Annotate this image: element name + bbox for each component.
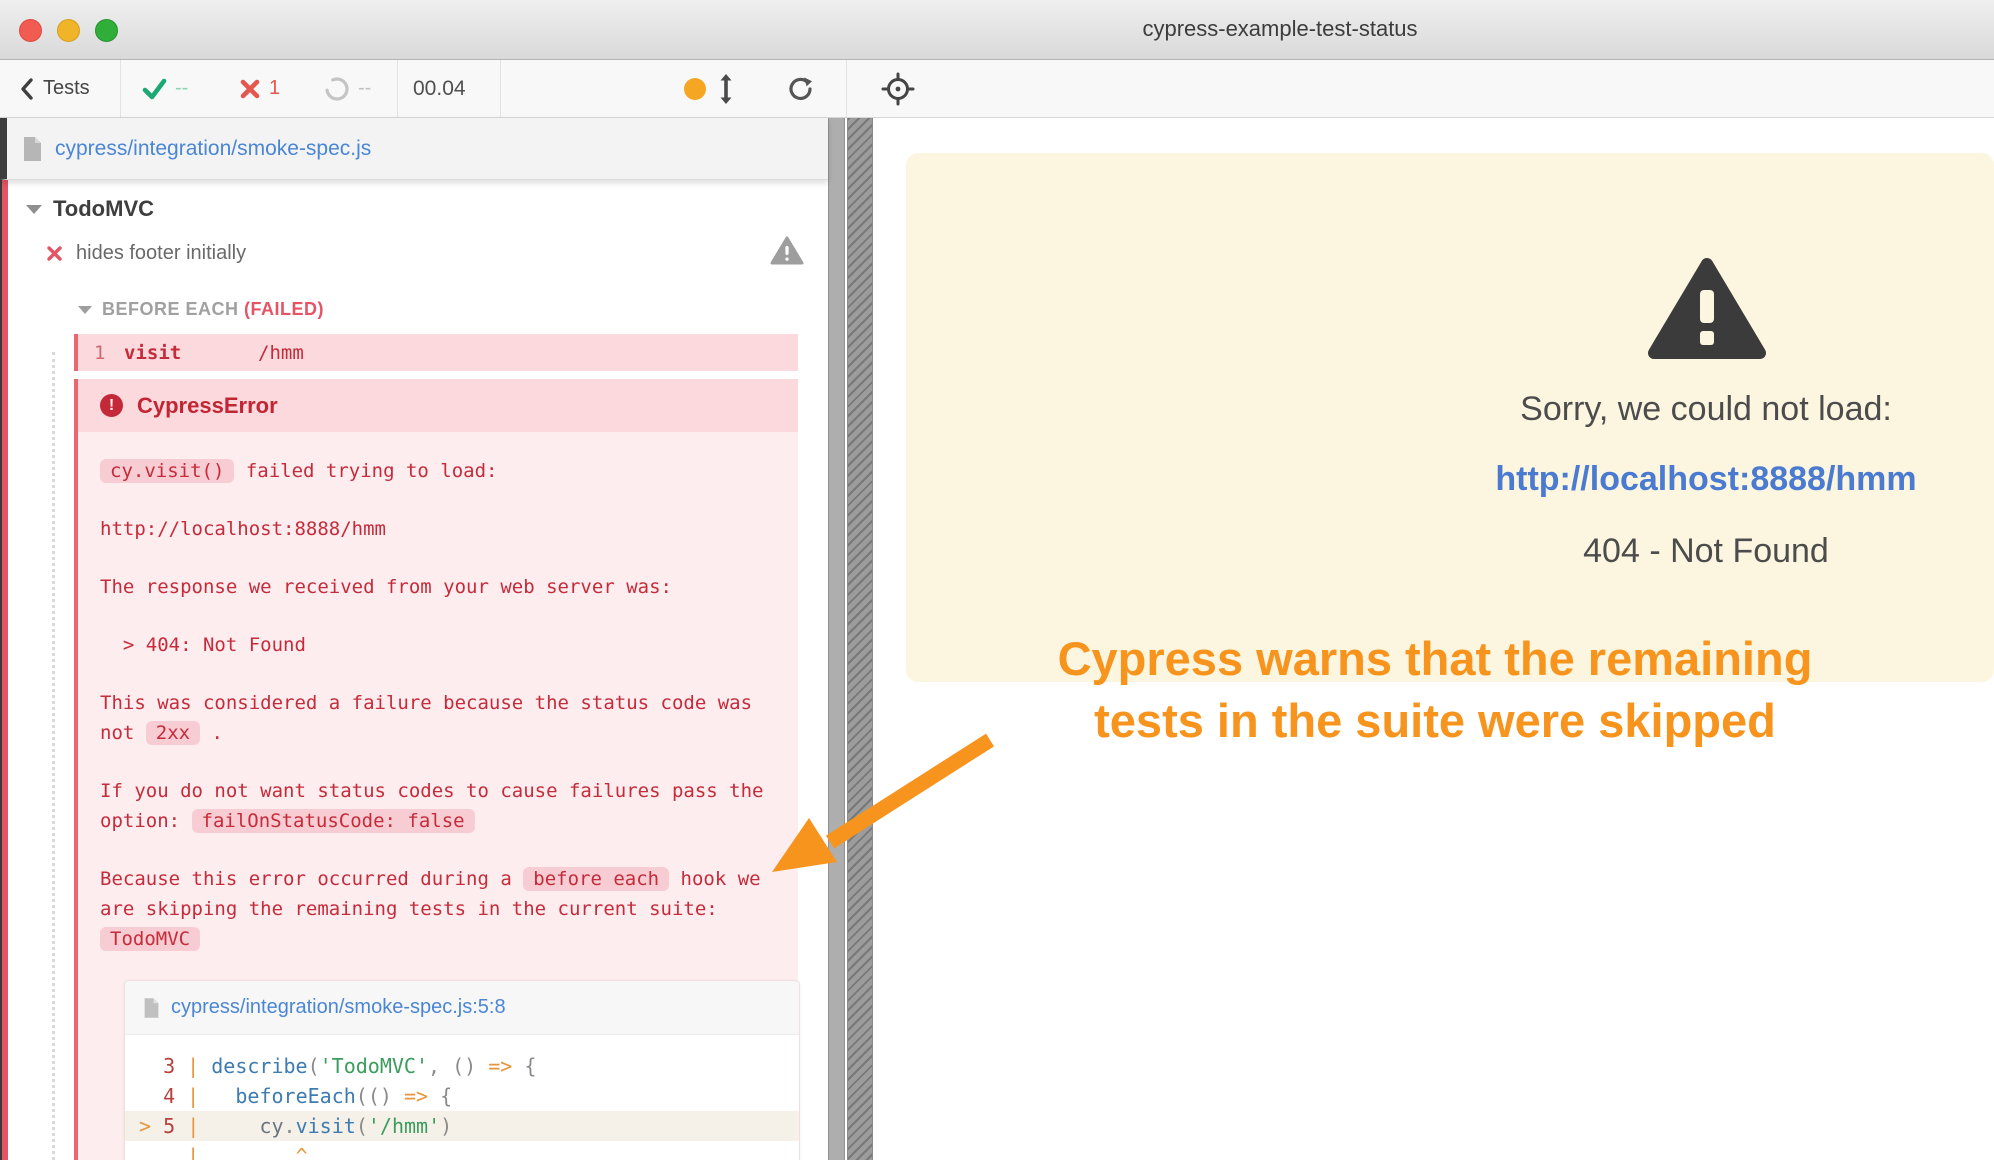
code-lines: 3 | describe('TodoMVC', () => { 4 | befo… [125, 1035, 799, 1160]
error-code-pill: cy.visit() [100, 459, 234, 483]
error-paragraph: http://localhost:8888/hmm [100, 514, 768, 544]
chevron-left-icon [20, 77, 34, 101]
toolbar-divider [846, 60, 847, 117]
error-text: failed trying to load: [234, 460, 497, 482]
error-paragraph: cy.visit() failed trying to load: [100, 456, 768, 486]
spec-header: cypress/integration/smoke-spec.js [0, 118, 828, 180]
pending-circle-icon [324, 76, 350, 102]
file-icon [22, 136, 43, 162]
command-method: visit [124, 342, 258, 364]
error-text: Because this error occurred during a [100, 868, 523, 890]
error-paragraph: This was considered a failure because th… [100, 688, 768, 748]
test-failed-x-icon [46, 245, 63, 262]
warning-triangle-icon [770, 236, 804, 266]
back-button-label: Tests [43, 77, 90, 100]
error-text: . [200, 722, 223, 744]
app-window: cypress-example-test-status Tests -- 1 [0, 0, 1994, 1160]
error-paragraph: Because this error occurred during a bef… [100, 864, 768, 954]
panel-resizer-handle[interactable] [847, 118, 873, 1160]
annotation-arrow-icon [740, 690, 1020, 910]
error-code-pill: 2xx [146, 721, 200, 745]
stat-passed: -- [142, 60, 188, 117]
file-icon [143, 997, 160, 1019]
code-frame-file-link[interactable]: cypress/integration/smoke-spec.js:5:8 [171, 996, 506, 1019]
selector-playground-button[interactable] [880, 60, 916, 117]
test-row[interactable]: hides footer initially [2, 222, 828, 265]
test-title: hides footer initially [76, 242, 246, 265]
exclamation-circle-icon: ! [100, 394, 123, 417]
reporter-scrollbar[interactable] [828, 118, 845, 1160]
runner-toolbar: Tests -- 1 -- 00.04 [0, 60, 1994, 118]
command-number: 1 [78, 342, 124, 364]
error-header: ! CypressError [78, 379, 798, 432]
window-title: cypress-example-test-status [0, 16, 1994, 42]
code-line: 3 | describe('TodoMVC', () => { [125, 1051, 799, 1081]
spec-path-link[interactable]: cypress/integration/smoke-spec.js [55, 137, 371, 161]
hook-indent-line [52, 352, 55, 1160]
warning-triangle-icon [1646, 256, 1768, 362]
annotation-line1: Cypress warns that the remaining [960, 628, 1910, 690]
error-code-pill: TodoMVC [100, 927, 200, 951]
up-down-arrow-icon [717, 72, 735, 106]
suite-header[interactable]: TodoMVC [2, 180, 828, 222]
x-icon [239, 78, 261, 100]
command-row[interactable]: 1 visit /hmm [74, 334, 798, 371]
error-message: cy.visit() failed trying to load: http://… [78, 432, 798, 1160]
error-paragraph: > 404: Not Found [100, 630, 768, 660]
reporter-panel: cypress/integration/smoke-spec.js TodoMV… [0, 118, 828, 1160]
stat-pending: -- [324, 60, 371, 117]
annotation-text: Cypress warns that the remaining tests i… [960, 628, 1910, 752]
back-to-tests-button[interactable]: Tests [20, 60, 90, 117]
window-titlebar: cypress-example-test-status [0, 0, 1994, 60]
chevron-down-icon [26, 205, 42, 214]
annotation-line2: tests in the suite were skipped [960, 690, 1910, 752]
error-text: http://localhost:8888/hmm [100, 518, 386, 540]
chevron-down-icon [78, 306, 92, 314]
test-duration: 00.04 [413, 60, 466, 117]
toolbar-divider [120, 60, 121, 117]
viewport-scale-button[interactable] [684, 60, 735, 117]
code-line: 4 | beforeEach(() => { [125, 1081, 799, 1111]
command-message: /hmm [258, 342, 304, 364]
stat-failed: 1 [239, 60, 280, 117]
pending-count: -- [358, 77, 371, 100]
selector-crosshair-icon [880, 71, 916, 107]
viewport-scale-dot-icon [684, 78, 706, 100]
hook-header[interactable]: BEFORE EACH (FAILED) [2, 265, 828, 320]
error-code-pill: before each [523, 867, 669, 891]
hook-name: BEFORE EACH [102, 299, 244, 319]
error-paragraph: If you do not want status codes to cause… [100, 776, 768, 836]
error-block: ! CypressError cy.visit() failed trying … [74, 379, 798, 1160]
reload-button[interactable] [786, 60, 816, 117]
hook-status: (FAILED) [244, 299, 324, 319]
error-text: > 404: Not Found [100, 634, 306, 656]
reload-icon [786, 74, 816, 104]
error-paragraph: The response we received from your web s… [100, 572, 768, 602]
failed-count: 1 [269, 77, 280, 100]
error-text: The response we received from your web s… [100, 576, 672, 598]
code-frame: cypress/integration/smoke-spec.js:5:8 3 … [124, 980, 800, 1160]
passed-count: -- [175, 77, 188, 100]
toolbar-divider [397, 60, 398, 117]
reporter-content: TodoMVC hides footer initially [0, 180, 828, 1160]
suite-fail-indicator [2, 180, 8, 1160]
error-name: CypressError [137, 393, 278, 419]
suite-title: TodoMVC [53, 196, 154, 222]
error-code-pill: failOnStatusCode: false [192, 809, 475, 833]
check-icon [142, 77, 167, 101]
aut-url-link[interactable]: http://localhost:8888/hmm [1406, 460, 1994, 499]
aut-sorry-text: Sorry, we could not load: [1406, 390, 1994, 429]
code-line-highlighted: > 5 | cy.visit('/hmm') [125, 1111, 799, 1141]
toolbar-divider [500, 60, 501, 117]
code-frame-header: cypress/integration/smoke-spec.js:5:8 [125, 981, 799, 1035]
aut-status-text: 404 - Not Found [1406, 532, 1994, 571]
code-line: | ^ [125, 1141, 799, 1160]
